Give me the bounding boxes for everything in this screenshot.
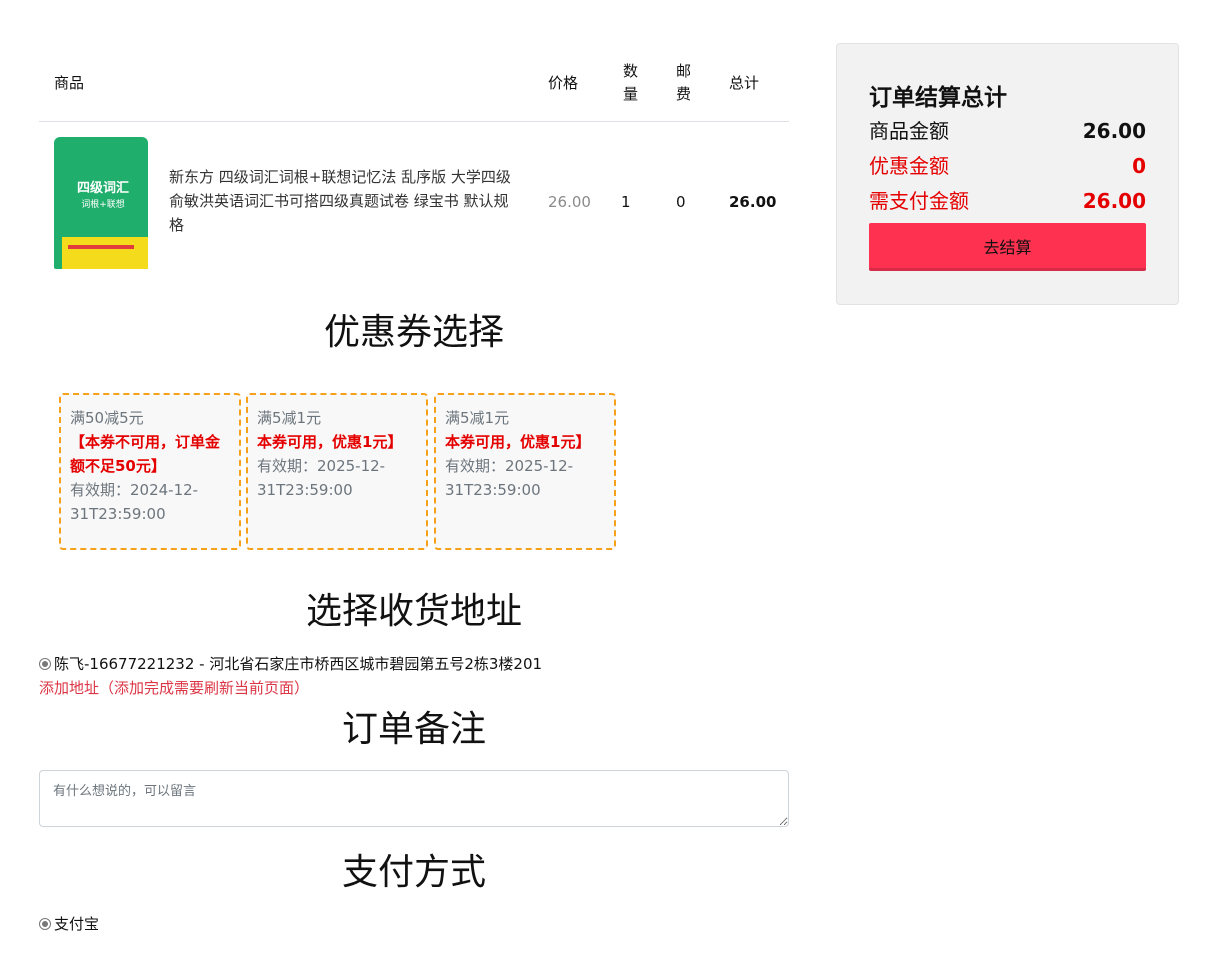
- order-note-input[interactable]: [39, 770, 789, 827]
- header-product: 商品: [54, 74, 85, 92]
- payment-radio[interactable]: [39, 918, 51, 930]
- goods-amount-value: 26.00: [1082, 119, 1146, 143]
- coupon-status: 本券可用，优惠1元】: [257, 433, 403, 451]
- product-quantity: 1: [621, 193, 631, 211]
- header-price: 价格: [548, 74, 579, 92]
- coupon-expiry: 有效期：2024-12-31T23:59:00: [70, 481, 199, 523]
- header-shipping: 邮费: [676, 62, 692, 103]
- book-cover-title: 四级词汇: [76, 181, 129, 196]
- coupon-section-title: 优惠券选择: [323, 312, 504, 353]
- payment-section-title: 支付方式: [341, 852, 486, 893]
- payable-label: 需支付金额: [869, 189, 969, 213]
- discount-value: 0: [1132, 154, 1146, 178]
- address-text: 陈飞-16677221232 - 河北省石家庄市桥西区城市碧园第五号2栋3楼20…: [54, 655, 543, 673]
- product-shipping: 0: [676, 193, 686, 211]
- coupon-card[interactable]: 满50减5元 【本券不可用，订单金额不足50元】 有效期：2024-12-31T…: [59, 393, 241, 550]
- note-section-title: 订单备注: [341, 709, 486, 750]
- checkout-button[interactable]: 去结算: [869, 223, 1146, 271]
- coupon-card[interactable]: 满5减1元 本券可用，优惠1元】 有效期：2025-12-31T23:59:00: [246, 393, 428, 550]
- address-radio[interactable]: [39, 658, 51, 670]
- goods-amount-label: 商品金额: [869, 119, 949, 143]
- coupon-condition: 满5减1元: [445, 409, 510, 427]
- add-address-link[interactable]: 添加地址（添加完成需要刷新当前页面）: [39, 677, 309, 699]
- coupon-card[interactable]: 满5减1元 本券可用，优惠1元】 有效期：2025-12-31T23:59:00: [434, 393, 616, 550]
- product-total: 26.00: [729, 193, 777, 211]
- coupon-status: 本券可用，优惠1元】: [445, 433, 591, 451]
- coupon-status: 【本券不可用，订单金额不足50元】: [70, 433, 221, 475]
- order-summary-panel: 订单结算总计 商品金额 26.00 优惠金额 0 需支付金额 26.00 去结算: [836, 43, 1179, 305]
- address-option[interactable]: 陈飞-16677221232 - 河北省石家庄市桥西区城市碧园第五号2栋3楼20…: [39, 653, 542, 675]
- product-name[interactable]: 新东方 四级词汇词根+联想记忆法 乱序版 大学四级俞敏洪英语词汇书可搭四级真题试…: [169, 165, 519, 237]
- coupon-condition: 满5减1元: [257, 409, 322, 427]
- product-price: 26.00: [548, 193, 591, 211]
- summary-title: 订单结算总计: [869, 85, 1007, 111]
- book-cover-image[interactable]: 四级词汇 词根+联想: [54, 137, 154, 269]
- coupon-expiry: 有效期：2025-12-31T23:59:00: [445, 457, 574, 499]
- header-total: 总计: [729, 74, 760, 92]
- address-section-title: 选择收货地址: [305, 591, 522, 632]
- header-divider: [39, 121, 789, 122]
- discount-label: 优惠金额: [869, 154, 949, 178]
- payment-option[interactable]: 支付宝: [39, 913, 99, 935]
- coupon-condition: 满50减5元: [70, 409, 144, 427]
- coupon-expiry: 有效期：2025-12-31T23:59:00: [257, 457, 386, 499]
- header-quantity: 数量: [623, 62, 639, 103]
- book-cover-band: [62, 237, 148, 269]
- payable-value: 26.00: [1082, 189, 1146, 213]
- book-cover-subtitle: 词根+联想: [81, 200, 125, 210]
- book-cover-stripe: [68, 245, 134, 249]
- payment-method-label: 支付宝: [54, 915, 100, 933]
